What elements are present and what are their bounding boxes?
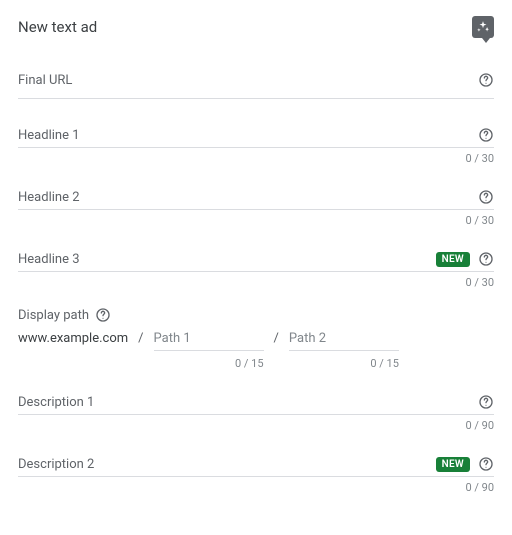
path-separator: /: [274, 331, 279, 346]
help-icon[interactable]: [478, 127, 494, 143]
path1-field[interactable]: Path 1 0 / 15: [154, 331, 264, 370]
help-icon[interactable]: [95, 307, 111, 323]
headline2-label: Headline 2: [18, 190, 80, 205]
headline1-label: Headline 1: [18, 128, 80, 143]
final-url-label: Final URL: [18, 73, 72, 88]
char-counter: 0 / 30: [18, 148, 494, 175]
final-url-field[interactable]: Final URL: [18, 66, 494, 99]
char-counter: 0 / 30: [18, 272, 494, 299]
suggestions-icon[interactable]: [472, 16, 494, 38]
help-icon[interactable]: [478, 456, 494, 472]
headline3-label: Headline 3: [18, 252, 80, 267]
path2-placeholder: Path 2: [289, 331, 399, 350]
char-counter: 0 / 15: [154, 351, 264, 370]
description1-field[interactable]: Description 1 0 / 90: [18, 388, 494, 442]
display-path-section: Display path www.example.com / Path 1 0 …: [18, 307, 494, 370]
char-counter: 0 / 30: [18, 210, 494, 237]
char-counter: 0 / 15: [289, 351, 399, 370]
path1-placeholder: Path 1: [154, 331, 264, 350]
path-separator: /: [138, 331, 143, 346]
headline2-field[interactable]: Headline 2 0 / 30: [18, 183, 494, 237]
path2-field[interactable]: Path 2 0 / 15: [289, 331, 399, 370]
help-icon[interactable]: [478, 251, 494, 267]
form-header: New text ad: [18, 16, 494, 38]
help-icon[interactable]: [478, 189, 494, 205]
description1-label: Description 1: [18, 395, 94, 410]
input-underline: [18, 98, 494, 99]
help-icon[interactable]: [478, 72, 494, 88]
char-counter: 0 / 90: [18, 477, 494, 504]
new-badge: NEW: [436, 252, 470, 267]
description2-label: Description 2: [18, 457, 94, 472]
char-counter: 0 / 90: [18, 415, 494, 442]
help-icon[interactable]: [478, 394, 494, 410]
page-title: New text ad: [18, 18, 97, 36]
headline3-field[interactable]: Headline 3 NEW 0 / 30: [18, 245, 494, 299]
headline1-field[interactable]: Headline 1 0 / 30: [18, 121, 494, 175]
display-domain: www.example.com: [18, 331, 128, 346]
description2-field[interactable]: Description 2 NEW 0 / 90: [18, 450, 494, 504]
new-badge: NEW: [436, 457, 470, 472]
new-text-ad-form: New text ad Final URL Headline 1: [0, 0, 512, 532]
display-path-label: Display path: [18, 308, 89, 323]
